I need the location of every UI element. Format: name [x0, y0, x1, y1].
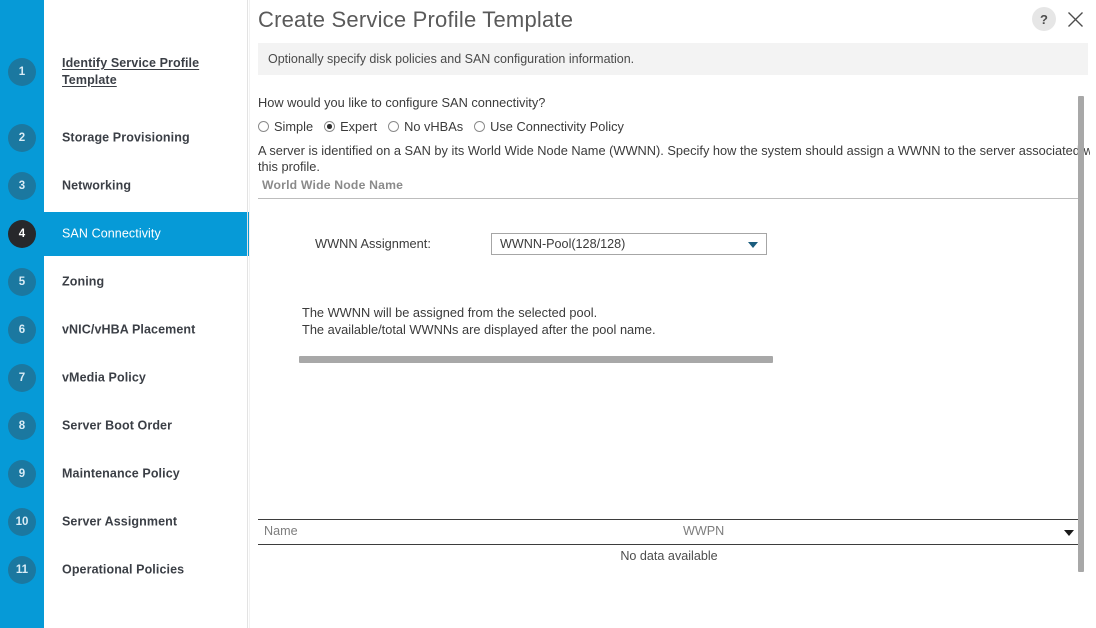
- radio-option-label: No vHBAs: [404, 119, 464, 134]
- wwnn-assignment-value: WWNN-Pool(128/128): [500, 237, 626, 251]
- sidebar-step-number-6: 6: [8, 316, 36, 344]
- sidebar-step-number-10: 10: [8, 508, 36, 536]
- column-header-name: Name: [264, 524, 298, 538]
- sidebar-step-3[interactable]: 3 Networking: [0, 164, 250, 208]
- sidebar-step-4[interactable]: 4 SAN Connectivity: [0, 212, 250, 256]
- wwnn-assignment-row: WWNN Assignment: WWNN-Pool(128/128): [258, 233, 1080, 255]
- section-rule: [258, 198, 1080, 199]
- dialog-subheader: Optionally specify disk policies and SAN…: [258, 43, 1088, 75]
- sidebar-step-number-7: 7: [8, 364, 36, 392]
- radio-button-icon[interactable]: [474, 121, 486, 132]
- radio-option-label: Simple: [274, 119, 314, 134]
- sidebar-step-8[interactable]: 8 Server Boot Order: [0, 404, 250, 448]
- help-button[interactable]: ?: [1032, 7, 1056, 31]
- radio-option-simple[interactable]: Simple: [258, 119, 313, 134]
- radio-button-icon[interactable]: [258, 121, 269, 132]
- header-buttons: ?: [1032, 7, 1087, 31]
- sidebar-step-number-11: 11: [8, 556, 36, 584]
- column-header-wwpn: WWPN: [683, 524, 725, 538]
- sidebar-step-5[interactable]: 5 Zoning: [0, 260, 250, 304]
- wwnn-help-line2: The available/total WWNNs are displayed …: [302, 322, 656, 337]
- chevron-down-icon: [748, 242, 758, 248]
- sidebar-step-1[interactable]: 1 Identify Service Profile Template: [0, 50, 250, 94]
- table-empty-message: No data available: [620, 549, 718, 563]
- horizontal-scrollbar-thumb[interactable]: [299, 356, 773, 363]
- wwnn-assignment-select[interactable]: WWNN-Pool(128/128): [491, 233, 767, 255]
- dialog-body: How would you like to configure SAN conn…: [258, 86, 1090, 628]
- table-menu-chevron-down-icon[interactable]: [1064, 530, 1074, 536]
- sidebar-step-label-4: SAN Connectivity: [62, 226, 161, 241]
- sidebar-step-9[interactable]: 9 Maintenance Policy: [0, 452, 250, 496]
- sidebar-step-label-9: Maintenance Policy: [62, 466, 180, 481]
- sidebar-step-11[interactable]: 11 Operational Policies: [0, 548, 250, 592]
- radio-option-use-connectivity-policy[interactable]: Use Connectivity Policy: [474, 119, 624, 134]
- sidebar-step-label-11: Operational Policies: [62, 562, 185, 577]
- radio-button-icon[interactable]: [388, 121, 400, 132]
- create-service-profile-template-dialog: 1 Identify Service Profile Template 2 Stora…: [0, 0, 1096, 628]
- sidebar-step-number-8: 8: [8, 412, 36, 440]
- sidebar-step-7[interactable]: 7 vMedia Policy: [0, 356, 250, 400]
- sidebar-step-label-8: Server Boot Order: [62, 418, 173, 433]
- sidebar-step-number-2: 2: [8, 124, 36, 152]
- connectivity-question: How would you like to configure SAN conn…: [258, 95, 546, 110]
- dialog-content: Create Service Profile Template ? Option…: [250, 0, 1096, 628]
- sidebar-step-label-6: vNIC/vHBA Placement: [62, 322, 196, 337]
- wwnn-description-line2: this profile.: [258, 158, 320, 174]
- section-title-world-wide-node-name: World Wide Node Name: [262, 178, 404, 192]
- sidebar-step-2[interactable]: 2 Storage Provisioning: [0, 116, 250, 160]
- sidebar-step-number-5: 5: [8, 268, 36, 296]
- vhba-table-header: Name WWPN: [258, 520, 1080, 544]
- wwnn-help-text: The WWNN will be assigned from the selec…: [302, 304, 656, 338]
- wwnn-help-line1: The WWNN will be assigned from the selec…: [302, 305, 598, 320]
- sidebar-step-number-3: 3: [8, 172, 36, 200]
- radio-option-no-vhbas[interactable]: No vHBAs: [388, 119, 463, 134]
- sidebar-step-6[interactable]: 6 vNIC/vHBA Placement: [0, 308, 250, 352]
- connectivity-radio-group[interactable]: Simple Expert No vHBAs Use Connectivity Pol…: [258, 119, 635, 134]
- sidebar-step-label-1: Identify Service Profile Template: [62, 56, 200, 87]
- sidebar-step-number-4: 4: [8, 220, 36, 248]
- close-button[interactable]: [1063, 7, 1087, 31]
- subheader-text: Optionally specify disk policies and SAN…: [268, 52, 635, 66]
- sidebar-step-number-9: 9: [8, 460, 36, 488]
- wwnn-description-line1: A server is identified on a SAN by its W…: [258, 143, 1090, 158]
- vertical-scrollbar-thumb[interactable]: [1078, 96, 1084, 572]
- dialog-header: Create Service Profile Template ?: [250, 0, 1096, 42]
- radio-option-label: Use Connectivity Policy: [490, 119, 624, 134]
- table-mid-rule: [258, 544, 1080, 545]
- sidebar-step-number-1: 1: [8, 58, 36, 86]
- wizard-sidebar: 1 Identify Service Profile Template 2 Stora…: [0, 0, 250, 628]
- radio-option-label: Expert: [340, 119, 378, 134]
- sidebar-step-label-3: Networking: [62, 178, 132, 193]
- radio-button-icon[interactable]: [324, 121, 336, 132]
- sidebar-step-label-10: Server Assignment: [62, 514, 178, 529]
- page-title: Create Service Profile Template: [258, 7, 574, 32]
- sidebar-step-label-5: Zoning: [62, 274, 105, 289]
- wwnn-assignment-label: WWNN Assignment:: [315, 236, 431, 251]
- sidebar-step-10[interactable]: 10 Server Assignment: [0, 500, 250, 544]
- sidebar-step-label-2: Storage Provisioning: [62, 130, 190, 145]
- sidebar-step-label-7: vMedia Policy: [62, 370, 146, 385]
- wwnn-description: A server is identified on a SAN by its W…: [258, 143, 1090, 174]
- sidebar-divider: [247, 0, 248, 628]
- radio-option-expert[interactable]: Expert: [324, 119, 377, 134]
